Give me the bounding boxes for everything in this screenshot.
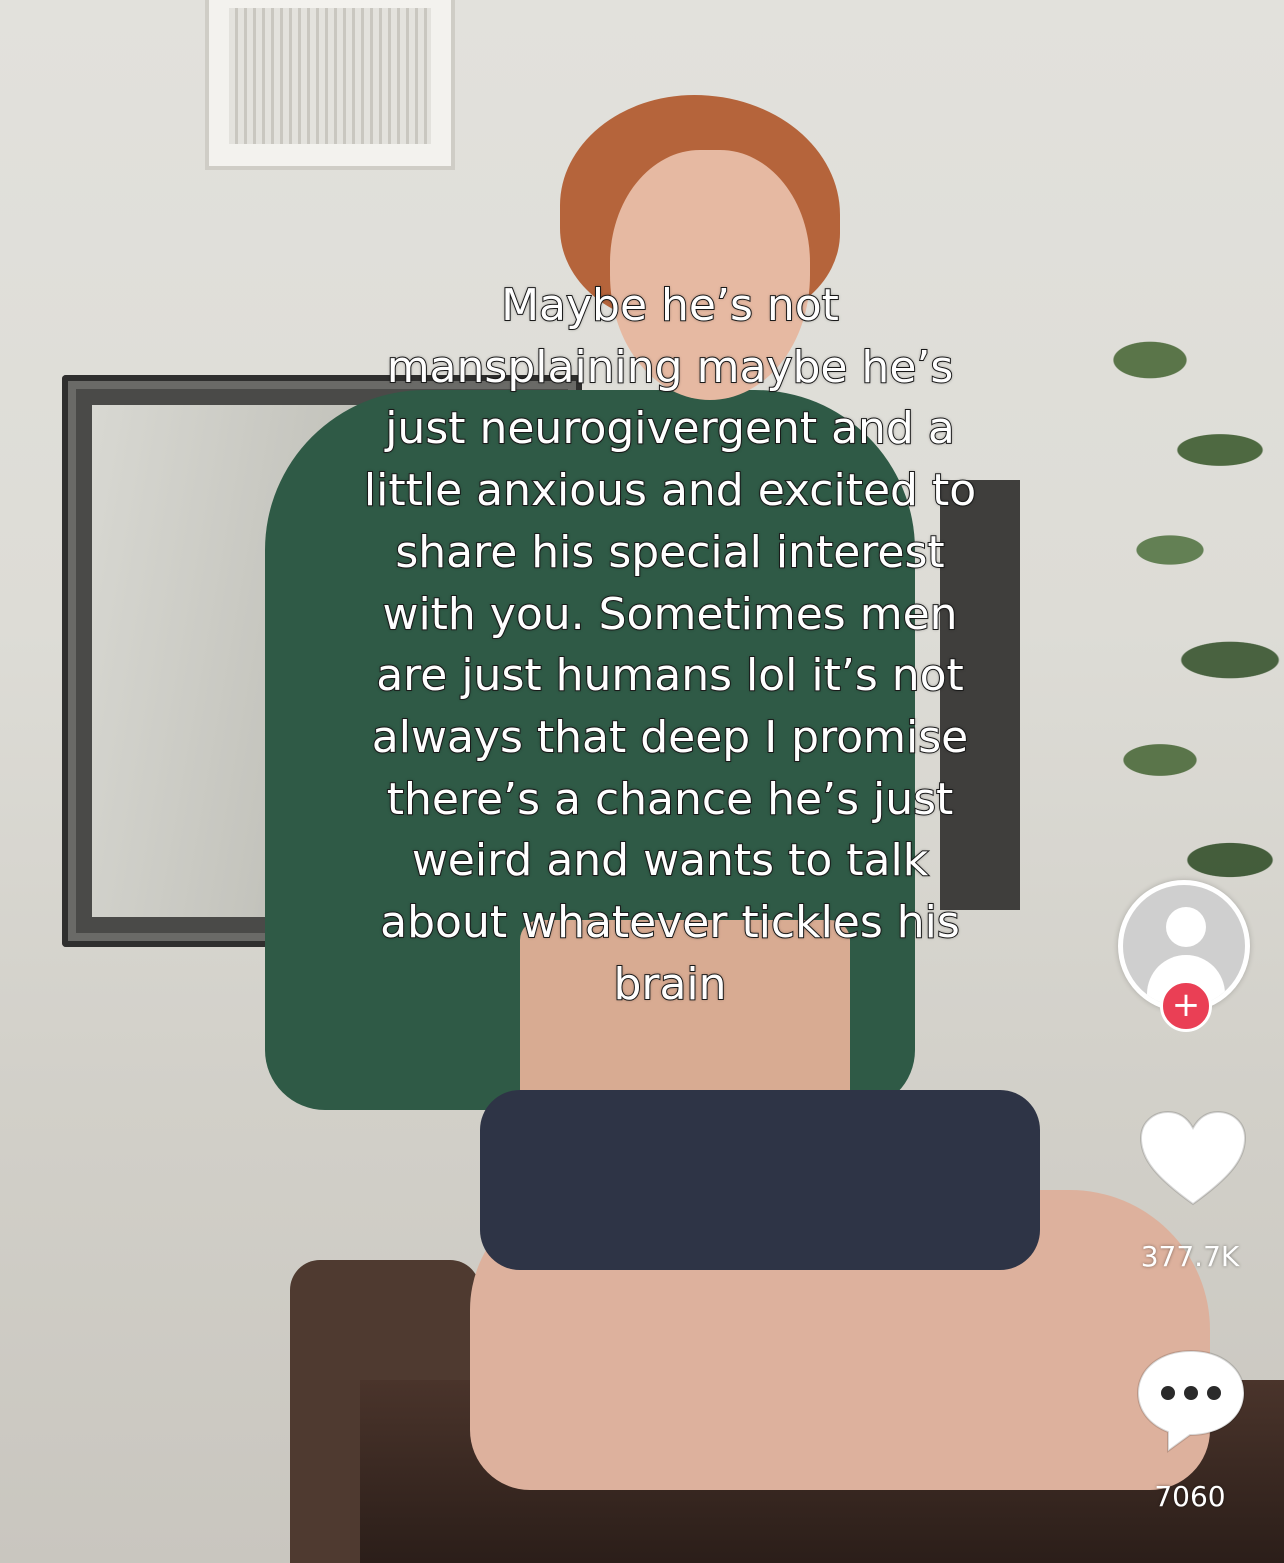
vent-slats [229,8,431,144]
caption-line: Maybe he’s not [500,279,840,332]
caption-line: share his special interest [394,526,945,579]
caption-line: with you. Sometimes men [381,588,958,641]
video-frame[interactable]: Maybe he’s not mansplaining maybe he’s j… [0,0,1284,1563]
comment-count: 7060 [1154,1480,1226,1513]
heart-icon [1139,1110,1247,1206]
caption-line: brain [612,958,727,1011]
person-shorts [480,1090,1040,1270]
avatar-head-shape [1166,907,1206,947]
caption-line: there’s a chance he’s just [386,773,955,826]
follow-button[interactable]: + [1160,980,1212,1032]
comment-bubble-icon [1136,1349,1246,1453]
comment-button[interactable] [1132,1345,1250,1457]
caption-line: weird and wants to talk [411,834,929,887]
caption-line: are just humans lol it’s not [375,649,965,702]
caption-line: little anxious and excited to [363,464,977,517]
caption-line: mansplaining maybe he’s [386,341,955,394]
like-count: 377.7K [1140,1240,1240,1273]
comment-dot [1184,1386,1198,1400]
comment-dot [1207,1386,1221,1400]
like-button[interactable] [1137,1108,1249,1208]
caption-line: just neurogivergent and a [384,402,956,455]
caption-line: about whatever tickles his [379,896,961,949]
plus-icon: + [1171,985,1201,1025]
comment-dot [1161,1386,1175,1400]
caption-line: always that deep I promise [371,711,969,764]
video-caption: Maybe he’s not mansplaining maybe he’s j… [270,275,1070,1015]
air-vent [205,0,455,170]
